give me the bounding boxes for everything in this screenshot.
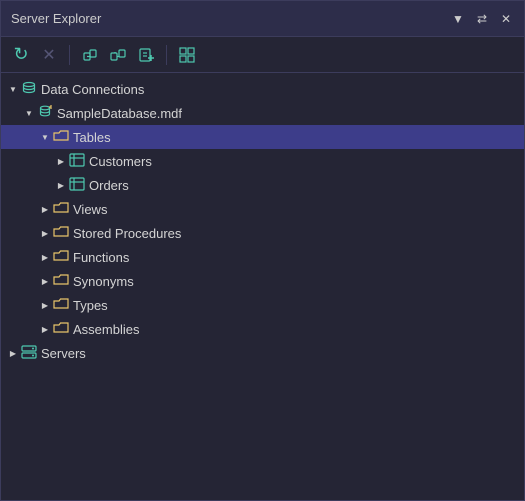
expand-types[interactable] [37, 297, 53, 313]
toolbar-separator-2 [166, 45, 167, 65]
window-title: Server Explorer [11, 11, 101, 26]
folder-icon-views [53, 200, 69, 219]
tree-item-tables[interactable]: Tables [1, 125, 524, 149]
data-connections-label: Data Connections [41, 82, 144, 97]
folder-icon-stored-procedures [53, 224, 69, 243]
folder-icon-synonyms [53, 272, 69, 291]
tree-item-customers[interactable]: Customers [1, 149, 524, 173]
orders-label: Orders [89, 178, 129, 193]
tree-item-views[interactable]: Views [1, 197, 524, 221]
folder-icon-tables [53, 128, 69, 147]
expand-synonyms[interactable] [37, 273, 53, 289]
stop-button[interactable]: ✕ [37, 43, 61, 67]
tree-item-servers[interactable]: Servers [1, 341, 524, 365]
server-explorer-window: Server Explorer ▼ ⇄ ✕ ↻ ✕ [0, 0, 525, 501]
title-bar-left: Server Explorer [11, 11, 101, 26]
dropdown-arrow[interactable]: ▼ [450, 11, 466, 27]
expand-stored-procedures[interactable] [37, 225, 53, 241]
table-icon-orders [69, 176, 85, 195]
servers-label: Servers [41, 346, 86, 361]
tree-item-types[interactable]: Types [1, 293, 524, 317]
tree-view[interactable]: Data Connections SampleDatabase.mdf [1, 73, 524, 500]
db-icon [21, 80, 37, 99]
tree-item-functions[interactable]: Functions [1, 245, 524, 269]
toolbar-separator-1 [69, 45, 70, 65]
tree-item-assemblies[interactable]: Assemblies [1, 317, 524, 341]
close-button[interactable]: ✕ [498, 11, 514, 27]
server-icon [21, 344, 37, 363]
sampledatabase-label: SampleDatabase.mdf [57, 106, 182, 121]
tree-item-stored-procedures[interactable]: Stored Procedures [1, 221, 524, 245]
expand-views[interactable] [37, 201, 53, 217]
folder-icon-assemblies [53, 320, 69, 339]
expand-sampledatabase[interactable] [21, 105, 37, 121]
folder-icon-types [53, 296, 69, 315]
pin-button[interactable]: ⇄ [474, 11, 490, 27]
folder-icon-functions [53, 248, 69, 267]
expand-data-connections[interactable] [5, 81, 21, 97]
title-bar-controls: ▼ ⇄ ✕ [450, 11, 514, 27]
expand-assemblies[interactable] [37, 321, 53, 337]
connect-database-button[interactable] [78, 43, 102, 67]
types-label: Types [73, 298, 108, 313]
expand-functions[interactable] [37, 249, 53, 265]
connect-server-button[interactable] [106, 43, 130, 67]
expand-orders[interactable] [53, 177, 69, 193]
stored-procedures-label: Stored Procedures [73, 226, 181, 241]
title-bar: Server Explorer ▼ ⇄ ✕ [1, 1, 524, 37]
synonyms-label: Synonyms [73, 274, 134, 289]
filter-button[interactable] [175, 43, 199, 67]
expand-tables[interactable] [37, 129, 53, 145]
tree-item-synonyms[interactable]: Synonyms [1, 269, 524, 293]
refresh-button[interactable]: ↻ [9, 43, 33, 67]
assemblies-label: Assemblies [73, 322, 139, 337]
expand-customers[interactable] [53, 153, 69, 169]
views-label: Views [73, 202, 107, 217]
customers-label: Customers [89, 154, 152, 169]
tree-item-data-connections[interactable]: Data Connections [1, 77, 524, 101]
tree-item-sampledatabase[interactable]: SampleDatabase.mdf [1, 101, 524, 125]
expand-servers[interactable] [5, 345, 21, 361]
db-file-icon [37, 104, 53, 123]
table-icon-customers [69, 152, 85, 171]
functions-label: Functions [73, 250, 129, 265]
new-sql-button[interactable] [134, 43, 158, 67]
tree-item-orders[interactable]: Orders [1, 173, 524, 197]
tables-label: Tables [73, 130, 111, 145]
toolbar: ↻ ✕ [1, 37, 524, 73]
